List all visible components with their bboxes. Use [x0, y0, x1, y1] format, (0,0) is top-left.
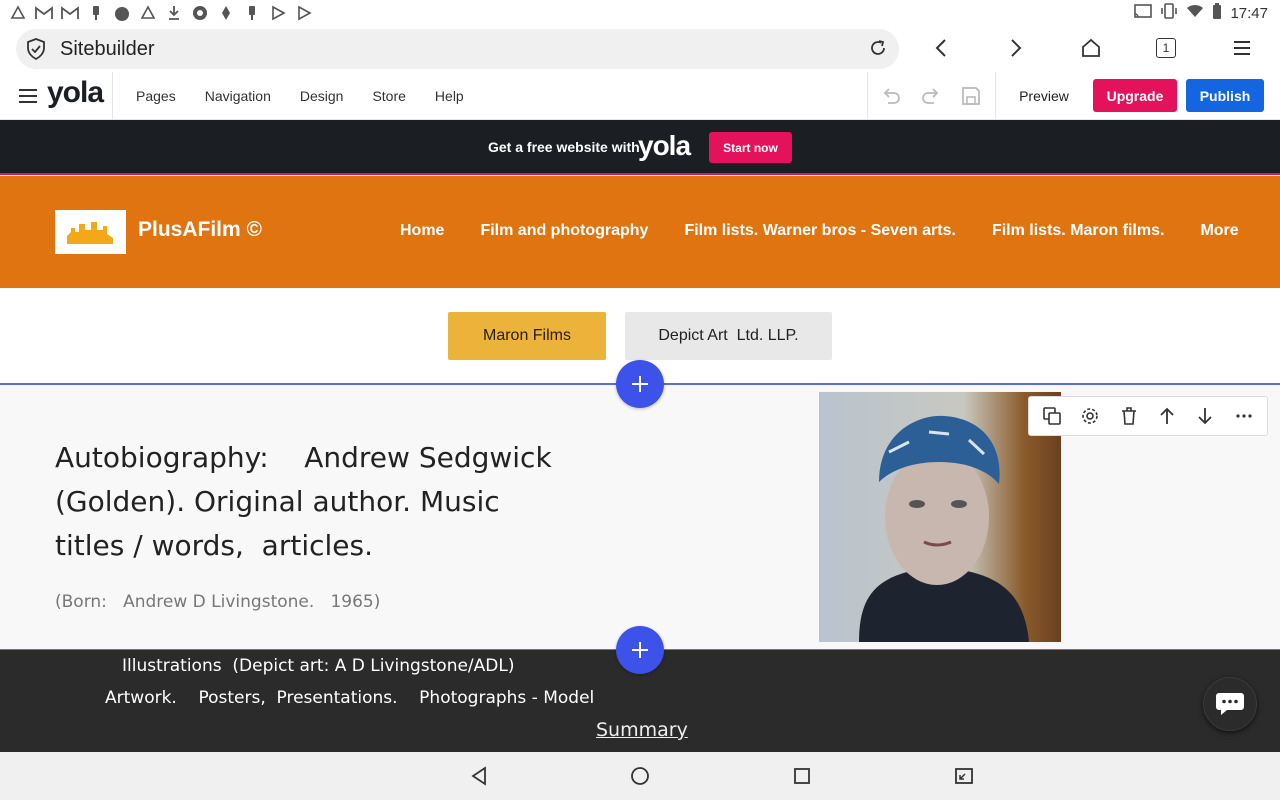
battery-icon	[1212, 3, 1222, 23]
redo-icon[interactable]	[920, 85, 942, 107]
nav-more-label: More	[1200, 222, 1239, 239]
aperture-icon	[190, 3, 210, 23]
nav-recents-icon[interactable]	[787, 762, 817, 790]
triangle-icon	[8, 3, 28, 23]
publish-button[interactable]: Publish	[1186, 79, 1264, 112]
url-text[interactable]: Sitebuilder	[60, 29, 155, 69]
vibrate-icon	[1160, 3, 1178, 23]
tabs-button[interactable]: 1	[1146, 28, 1186, 68]
nav-maron-films[interactable]: Film lists. Maron films.	[992, 222, 1164, 240]
autobiography-heading[interactable]: Autobiography: Andrew Sedgwick (Golden).…	[55, 436, 575, 568]
divider	[867, 72, 868, 120]
add-section-button[interactable]	[616, 360, 664, 408]
site-title[interactable]: PlusAFilm ©	[138, 218, 262, 242]
clock: 17:47	[1230, 4, 1268, 22]
block-toolbar	[1028, 396, 1268, 436]
add-section-button[interactable]	[616, 626, 664, 674]
nav-back-icon[interactable]	[464, 762, 494, 790]
gear-icon[interactable]	[1076, 402, 1104, 430]
chat-icon	[1216, 693, 1244, 715]
chat-button[interactable]	[1203, 677, 1257, 731]
promo-yola-logo: yola	[638, 130, 691, 161]
promo-text: Get a free website with	[488, 139, 640, 155]
save-icon[interactable]	[960, 85, 982, 107]
menu-pages[interactable]: Pages	[136, 88, 176, 104]
born-text[interactable]: (Born: Andrew D Livingstone. 1965)	[55, 592, 380, 612]
menu-design[interactable]: Design	[300, 88, 344, 104]
cast-icon	[1134, 4, 1153, 22]
tab-count: 1	[1156, 38, 1176, 58]
depict-art-button[interactable]: Depict Art Ltd. LLP.	[625, 312, 832, 360]
arrow-down-icon[interactable]	[1191, 402, 1219, 430]
menu-navigation[interactable]: Navigation	[205, 88, 271, 104]
browser-menu-icon[interactable]	[1222, 28, 1262, 68]
usb-icon	[86, 3, 106, 23]
nav-warner-bros[interactable]: Film lists. Warner bros - Seven arts.	[684, 222, 956, 240]
reload-icon[interactable]	[858, 28, 898, 68]
nav-film-photography[interactable]: Film and photography	[480, 222, 648, 240]
editor-menu: Pages Navigation Design Store Help	[136, 72, 493, 120]
preview-button[interactable]: Preview	[1008, 79, 1080, 112]
nav-screen-icon[interactable]	[949, 762, 979, 790]
more-options-icon[interactable]	[1230, 402, 1258, 430]
duplicate-icon[interactable]	[1038, 402, 1066, 430]
plus-icon	[632, 642, 648, 658]
start-now-button[interactable]: Start now	[709, 132, 792, 163]
notification-icons	[8, 3, 314, 23]
home-icon[interactable]	[1071, 28, 1111, 68]
maron-films-button[interactable]: Maron Films	[448, 312, 606, 360]
undo-icon[interactable]	[880, 85, 902, 107]
upgrade-button[interactable]: Upgrade	[1093, 79, 1177, 112]
yola-logo[interactable]: yola	[47, 76, 104, 110]
plus-icon	[632, 376, 648, 392]
play-icon	[268, 3, 288, 23]
portrait-photo[interactable]	[819, 392, 1061, 642]
site-nav: Home Film and photography Film lists. Wa…	[400, 222, 1280, 240]
system-status: 17:47	[1134, 3, 1268, 23]
hamburger-icon[interactable]	[18, 86, 38, 106]
usb-icon	[242, 3, 262, 23]
site-logo[interactable]	[55, 210, 126, 254]
wifi-icon	[1186, 4, 1204, 22]
shield-icon[interactable]	[26, 38, 46, 61]
nav-more[interactable]: More▼	[1200, 222, 1280, 240]
menu-help[interactable]: Help	[435, 88, 464, 104]
triangle-icon	[138, 3, 158, 23]
nav-home-icon[interactable]	[625, 762, 655, 790]
divider	[112, 72, 113, 120]
gmail-icon	[34, 3, 54, 23]
illustrations-text[interactable]: Illustrations (Depict art: A D Livingsto…	[122, 656, 515, 676]
cloud-icon	[216, 3, 236, 23]
menu-store[interactable]: Store	[372, 88, 405, 104]
nav-home[interactable]: Home	[400, 222, 444, 240]
forward-icon[interactable]	[996, 28, 1036, 68]
arrow-up-icon[interactable]	[1153, 402, 1181, 430]
divider	[995, 72, 996, 120]
download-icon	[164, 3, 184, 23]
trash-icon[interactable]	[1115, 402, 1143, 430]
summary-link[interactable]: Summary	[596, 719, 688, 741]
android-icon	[112, 3, 132, 23]
play-icon	[294, 3, 314, 23]
artwork-text[interactable]: Artwork. Posters, Presentations. Photogr…	[105, 688, 594, 708]
gmail-icon	[60, 3, 80, 23]
back-icon[interactable]	[921, 28, 961, 68]
